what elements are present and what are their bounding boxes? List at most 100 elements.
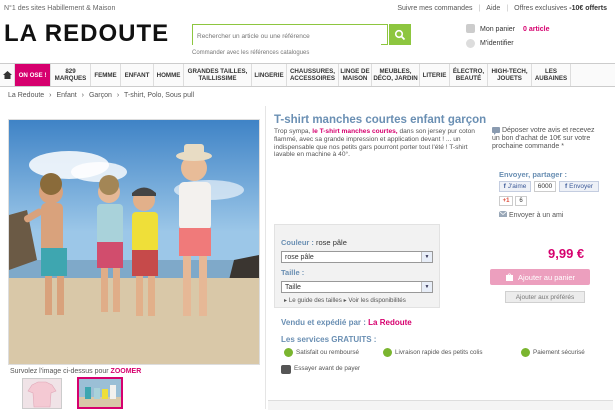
nav-item-grandes-tailles[interactable]: GRANDES TAILLES, TAILLISSIME (184, 64, 252, 86)
search-input[interactable] (193, 27, 381, 46)
color-select-value: rose pâle (285, 253, 314, 261)
service-try-before-pay[interactable]: Essayer avant de payer (281, 365, 361, 374)
nav-item-lingerie[interactable]: LINGERIE (252, 64, 287, 86)
separator: | (478, 5, 481, 12)
seller-name[interactable]: La Redoute (368, 318, 412, 327)
nav-item-electro[interactable]: ÉLECTRO, BEAUTÉ (450, 64, 488, 86)
cart-icon[interactable] (466, 24, 475, 33)
nav-item-brands[interactable]: 829 MARQUES (51, 64, 91, 86)
search-button[interactable] (389, 24, 411, 45)
facebook-like-label: J'aime (507, 183, 527, 190)
photo-thumbnail-icon (79, 385, 121, 407)
nav-item-on-ose[interactable]: ON OSE ! (15, 64, 51, 86)
options-panel (274, 224, 440, 308)
breadcrumb-enfant[interactable]: Enfant (56, 92, 76, 99)
column-divider (265, 106, 266, 409)
exclusive-offers-label: Offres exclusives (514, 5, 568, 12)
color-label: Couleur : rose pâle (281, 238, 347, 247)
help-link[interactable]: Aide (486, 5, 500, 12)
search-box (192, 24, 388, 46)
exclusive-offers-link[interactable]: Offres exclusives -10€ offerts (514, 5, 607, 12)
nav-item-chaussures[interactable]: CHAUSSURES, ACCESSOIRES (287, 64, 339, 86)
thumbnail-1[interactable] (22, 378, 62, 409)
top-strip: N°1 des sites Habillement & Maison Suivr… (0, 0, 615, 18)
size-select-value: Taille (285, 283, 301, 291)
breadcrumb-separator: › (81, 92, 84, 99)
login-link[interactable]: M'identifier (480, 40, 514, 47)
catalog-order-link[interactable]: Commander avec les références catalogues (192, 50, 309, 56)
track-orders-link[interactable]: Suivre mes commandes (397, 5, 472, 12)
breadcrumb-current[interactable]: T-shirt, Polo, Sous pull (124, 92, 194, 99)
main-nav: ON OSE ! 829 MARQUES FEMME ENFANT HOMME … (0, 63, 615, 87)
review-promo[interactable]: Déposer votre avis et recevez un bon d'a… (492, 127, 602, 151)
color-label-text: Couleur : (281, 238, 314, 247)
arrow-icon: ▸ (284, 297, 288, 304)
google-plus-button[interactable]: +1 (499, 196, 513, 206)
service-label: Satisfait ou remboursé (296, 349, 359, 356)
envelope-icon (498, 210, 508, 217)
facebook-like-button[interactable]: f J'aime (499, 181, 531, 192)
facebook-send-button[interactable]: f Envoyer (559, 181, 599, 192)
thumbnail-2[interactable] (77, 377, 123, 409)
breadcrumb-home[interactable]: La Redoute (8, 92, 44, 99)
product-title: T-shirt manches courtes enfant garçon (274, 114, 487, 126)
product-image[interactable] (8, 119, 260, 365)
zoom-hint: Survolez l'image ci-dessus pour ZOOMER (10, 368, 141, 375)
bag-icon (505, 273, 513, 281)
chevron-down-icon: ▼ (421, 282, 432, 292)
breadcrumb-separator: › (116, 92, 120, 99)
availability-link[interactable]: Voir les disponibilités (348, 297, 405, 304)
house-icon (2, 71, 12, 79)
secure-payment-icon (521, 348, 530, 357)
nav-item-enfant[interactable]: ENFANT (121, 64, 154, 86)
top-links: Suivre mes commandes | Aide | Offres exc… (397, 5, 607, 12)
service-satisfaction[interactable]: Satisfait ou remboursé (284, 348, 359, 357)
size-guide-link[interactable]: Le guide des tailles (289, 297, 342, 304)
nav-item-homme[interactable]: HOMME (154, 64, 184, 86)
chevron-down-icon: ▼ (421, 252, 432, 262)
nav-item-literie[interactable]: LITERIE (420, 64, 450, 86)
user-icon[interactable] (466, 39, 475, 48)
nav-item-high-tech[interactable]: HIGH-TECH, JOUETS (488, 64, 532, 86)
breadcrumb-garcon[interactable]: Garçon (89, 92, 112, 99)
service-label: Paiement sécurisé (533, 349, 585, 356)
nav-item-femme[interactable]: FEMME (91, 64, 121, 86)
tshirt-thumbnail-icon (27, 381, 57, 408)
product-photo (9, 120, 259, 364)
size-label: Taille : (281, 268, 305, 277)
breadcrumb: La Redoute › Enfant › Garçon › T-shirt, … (8, 92, 197, 99)
facebook-icon: f (564, 183, 568, 190)
sold-by-label: Vendu et expédié par : (281, 318, 366, 327)
description-part-1: Trop sympa, (274, 128, 313, 135)
zoom-hint-bold: ZOOMER (110, 368, 142, 375)
product-description: Trop sympa, le T-shirt manches courtes, … (274, 128, 487, 159)
site-tagline: N°1 des sites Habillement & Maison (4, 5, 116, 12)
nav-item-meubles[interactable]: MEUBLES, DÉCO, JARDIN (372, 64, 420, 86)
add-to-cart-label: Ajouter au panier (517, 272, 576, 282)
facebook-like-count: 6000 (534, 181, 556, 192)
separator: | (506, 5, 509, 12)
product-price: 9,99 € (548, 246, 585, 261)
share-title: Envoyer, partager : (499, 170, 567, 179)
nav-item-linge-maison[interactable]: LINGE DE MAISON (339, 64, 372, 86)
site-logo[interactable]: LA REDOUTE (4, 20, 169, 48)
send-to-friend-link[interactable]: Envoyer à un ami (498, 210, 563, 219)
try-icon (281, 365, 291, 374)
facebook-send-label: Envoyer (569, 183, 594, 190)
arrow-icon: ▸ (343, 297, 347, 304)
nav-item-aubaines[interactable]: LES AUBAINES (532, 64, 571, 86)
home-icon[interactable] (0, 64, 15, 86)
comment-icon (492, 127, 500, 135)
add-to-cart-button[interactable]: Ajouter au panier (490, 269, 590, 285)
offer-amount: -10€ offerts (569, 5, 607, 12)
service-delivery[interactable]: Livraison rapide des petits colis (383, 348, 483, 357)
sold-by: Vendu et expédié par : La Redoute (281, 318, 412, 327)
color-select[interactable]: rose pâle ▼ (281, 251, 433, 263)
delivery-icon (383, 348, 392, 357)
add-to-favorites-button[interactable]: Ajouter aux préférés (505, 291, 585, 303)
size-select[interactable]: Taille ▼ (281, 281, 433, 293)
service-payment[interactable]: Paiement sécurisé (521, 348, 585, 357)
cart-link[interactable]: Mon panier (480, 26, 515, 33)
service-label: Livraison rapide des petits colis (395, 349, 483, 356)
breadcrumb-separator: › (49, 92, 52, 99)
